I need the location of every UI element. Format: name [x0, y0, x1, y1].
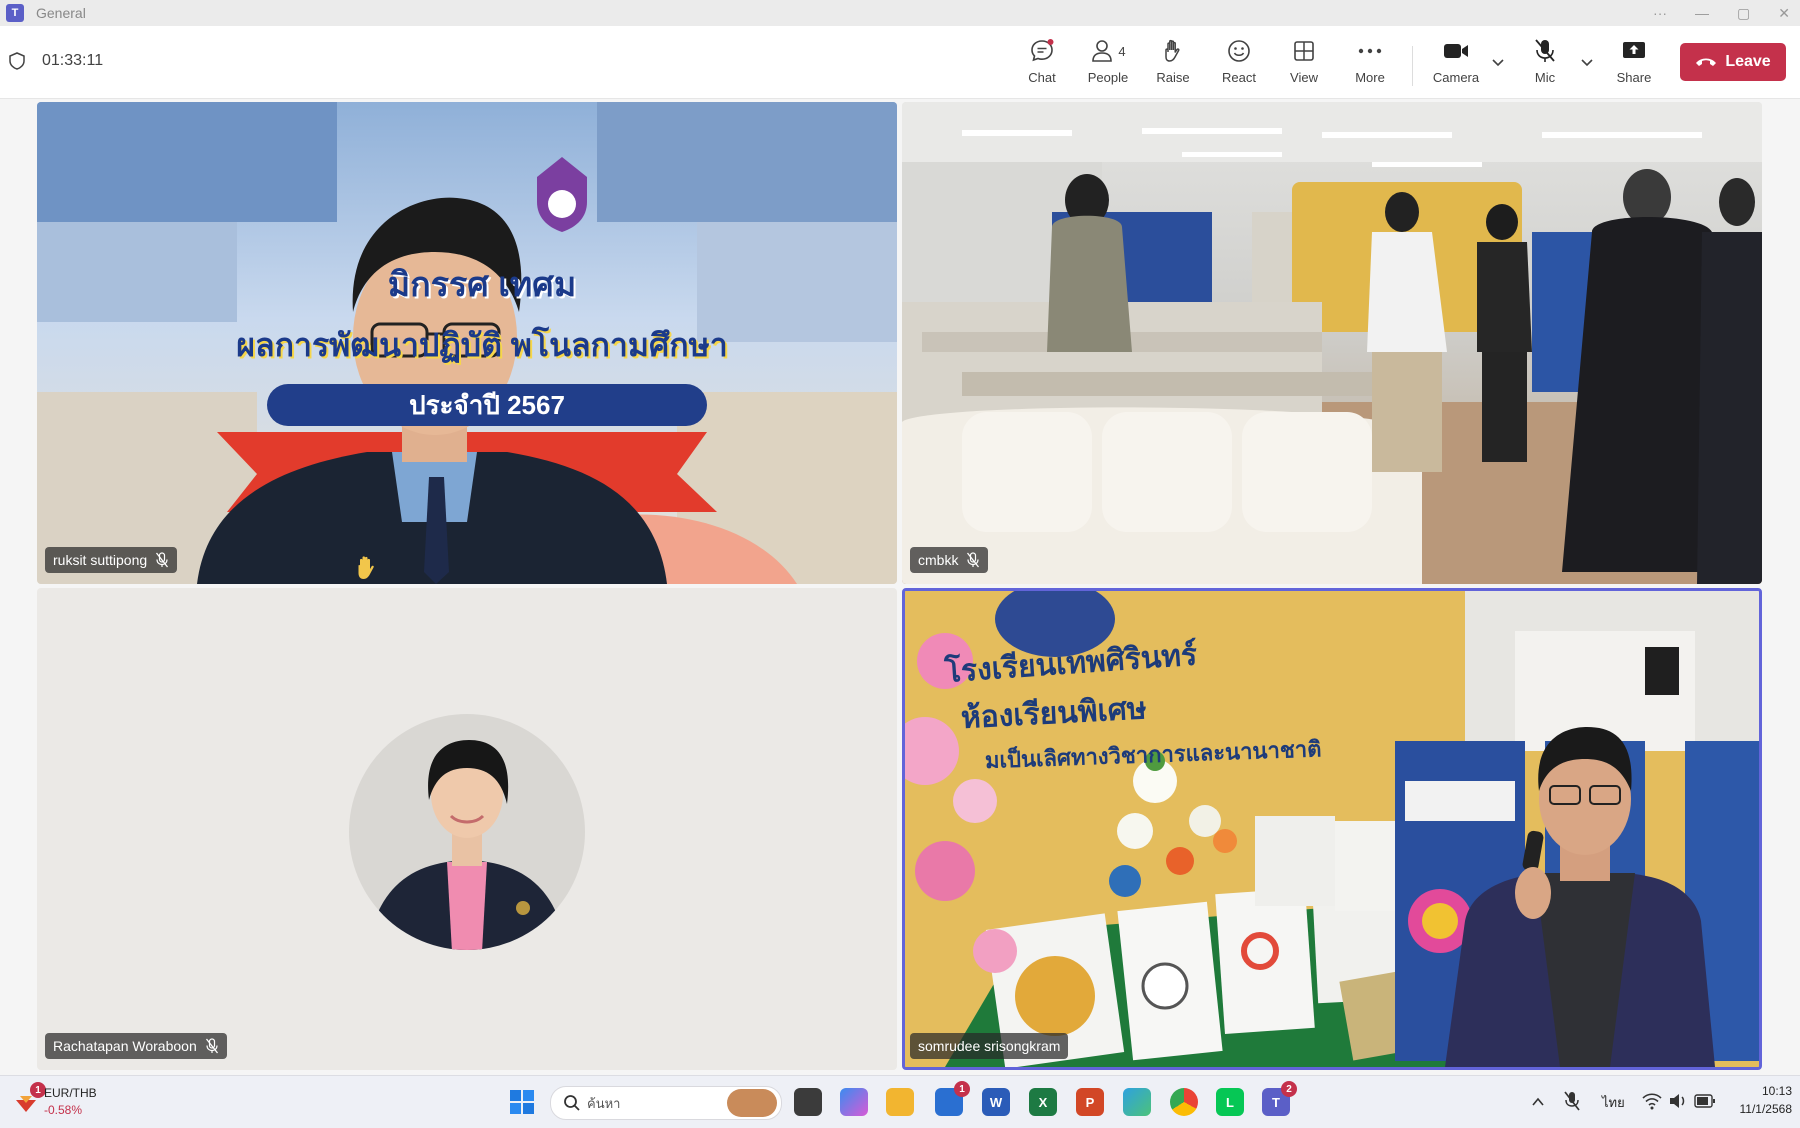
- banner-text-line-2: ห้องเรียนพิเศษ: [960, 692, 1148, 735]
- window-controls: ··· — ▢ ✕: [1653, 0, 1790, 26]
- teams-icon[interactable]: T2: [1262, 1081, 1297, 1116]
- word-icon[interactable]: W: [982, 1088, 1010, 1116]
- battery-icon[interactable]: [1694, 1094, 1716, 1108]
- share-screen-icon: [1623, 42, 1645, 58]
- participant-nametag: somrudee srisongkram: [910, 1033, 1069, 1059]
- search-placeholder: ค้นหา: [587, 1095, 621, 1111]
- windows-taskbar: 1 EUR/THB -0.58% ค้นหา 1 W X P L T2 ไทย …: [0, 1075, 1800, 1128]
- participant-name: Rachatapan Woraboon: [53, 1038, 197, 1054]
- mic-label: Mic: [1534, 70, 1556, 85]
- participant-name: ruksit suttipong: [53, 552, 148, 568]
- widget-title: EUR/THB: [44, 1086, 97, 1100]
- more-label: More: [1355, 70, 1385, 85]
- view-button[interactable]: View: [1274, 36, 1334, 92]
- clock[interactable]: 10:13 11/1/2568: [1720, 1084, 1793, 1116]
- video-tile-somrudee[interactable]: โรงเรียนเทพศิรินทร์ ห้องเรียนพิเศษ มเป็น…: [902, 588, 1762, 1070]
- excel-icon[interactable]: X: [1029, 1088, 1057, 1116]
- share-label: Share: [1616, 70, 1652, 85]
- leave-label: Leave: [1725, 53, 1771, 70]
- input-language[interactable]: ไทย: [1602, 1092, 1625, 1113]
- store-icon[interactable]: 1: [935, 1081, 970, 1116]
- more-button[interactable]: More: [1340, 36, 1400, 92]
- smiley-icon: [1228, 40, 1250, 62]
- chat-button[interactable]: Chat: [1012, 36, 1072, 92]
- banner-text-line-2: ผลการพัฒนาปฏิบัติ พโนลกามศึกษา: [236, 327, 728, 363]
- clock-date: 11/1/2568: [1739, 1102, 1793, 1116]
- react-label: React: [1222, 70, 1256, 85]
- leave-button[interactable]: Leave: [1680, 43, 1786, 81]
- camera-label: Camera: [1432, 70, 1480, 85]
- chat-label: Chat: [1028, 70, 1056, 85]
- participant-nametag: cmbkk: [910, 547, 989, 573]
- mic-off-icon: [205, 1038, 218, 1054]
- camera-icon: [1444, 44, 1468, 58]
- react-button[interactable]: React: [1209, 36, 1269, 92]
- mic-off-icon: [967, 552, 980, 568]
- mic-options-chevron-icon[interactable]: [1579, 54, 1595, 70]
- hang-up-icon: [1696, 58, 1717, 66]
- mic-button[interactable]: Mic: [1515, 36, 1575, 92]
- store-badge: 1: [954, 1081, 970, 1097]
- people-button[interactable]: 4 People: [1078, 36, 1138, 92]
- participant-nametag: ruksit suttipong: [45, 547, 178, 573]
- participant-name: cmbkk: [918, 552, 959, 568]
- participant-name: somrudee srisongkram: [918, 1038, 1061, 1054]
- more-options-icon[interactable]: ···: [1653, 5, 1667, 21]
- toolbar-divider: [1412, 46, 1413, 86]
- windows-logo-icon: [510, 1090, 534, 1114]
- window-title: General: [36, 5, 86, 21]
- clock-time: 10:13: [1761, 1084, 1792, 1098]
- people-label: People: [1087, 70, 1129, 85]
- chevron-up-icon[interactable]: [1530, 1094, 1546, 1110]
- raise-hand-button[interactable]: Raise: [1143, 36, 1203, 92]
- minimize-button[interactable]: —: [1695, 5, 1709, 21]
- widget-value: -0.58%: [44, 1103, 83, 1117]
- teams-badge: 2: [1281, 1081, 1297, 1097]
- camera-button[interactable]: Camera: [1426, 36, 1486, 92]
- powerpoint-icon[interactable]: P: [1076, 1088, 1104, 1116]
- camera-options-chevron-icon[interactable]: [1490, 54, 1506, 70]
- video-tile-cmbkk[interactable]: cmbkk: [902, 102, 1762, 584]
- start-button[interactable]: [508, 1088, 536, 1116]
- maximize-button[interactable]: ▢: [1737, 5, 1750, 22]
- share-button[interactable]: Share: [1604, 36, 1664, 92]
- mic-off-icon: [1535, 39, 1555, 62]
- mic-off-icon: [156, 552, 169, 568]
- grid-view-icon: [1294, 41, 1314, 61]
- chat-icon: [1031, 39, 1054, 62]
- taskbar-search[interactable]: ค้นหา: [550, 1086, 782, 1120]
- video-frame-cmbkk: [902, 102, 1762, 584]
- banner-text-line-3: ประจำปี 2567: [267, 384, 707, 426]
- raise-hand-icon: [1165, 39, 1180, 62]
- raise-label: Raise: [1156, 70, 1190, 85]
- view-label: View: [1290, 70, 1318, 85]
- video-tile-rachatapan[interactable]: Rachatapan Woraboon: [37, 588, 897, 1070]
- volume-icon[interactable]: [1668, 1092, 1688, 1110]
- task-view-icon[interactable]: [794, 1088, 822, 1116]
- raised-hand-icon: [358, 556, 374, 579]
- meeting-timer: 01:33:11: [42, 52, 104, 69]
- banner-text-line-1: มิกรรศ เทศม: [387, 266, 577, 304]
- file-explorer-icon[interactable]: [886, 1088, 914, 1116]
- participant-avatar: [349, 714, 585, 950]
- meeting-toolbar: 01:33:11 Chat 4 People Raise React View: [0, 26, 1800, 99]
- mic-muted-tray-icon[interactable]: [1562, 1090, 1582, 1112]
- more-dots-icon: [1358, 48, 1382, 54]
- line-icon[interactable]: L: [1216, 1088, 1244, 1116]
- search-highlight-image: [727, 1089, 777, 1117]
- close-button[interactable]: ✕: [1778, 5, 1790, 22]
- search-icon: [564, 1095, 580, 1111]
- people-count: 4: [1118, 43, 1126, 59]
- shield-icon: [9, 52, 25, 70]
- edge-icon[interactable]: [1123, 1088, 1151, 1116]
- copilot-icon[interactable]: [840, 1088, 868, 1116]
- people-icon: [1092, 40, 1113, 62]
- wifi-icon[interactable]: [1642, 1092, 1662, 1110]
- chrome-icon[interactable]: [1170, 1088, 1198, 1116]
- participant-nametag: Rachatapan Woraboon: [45, 1033, 227, 1059]
- teams-logo-icon: T: [6, 4, 24, 22]
- video-tile-ruksit[interactable]: มิกรรศ เทศม ผลการพัฒนาปฏิบัติ พโนลกามศึก…: [37, 102, 897, 584]
- title-bar: T General ··· — ▢ ✕: [0, 0, 1800, 26]
- widget-eurthb[interactable]: 1 EUR/THB -0.58%: [10, 1082, 130, 1122]
